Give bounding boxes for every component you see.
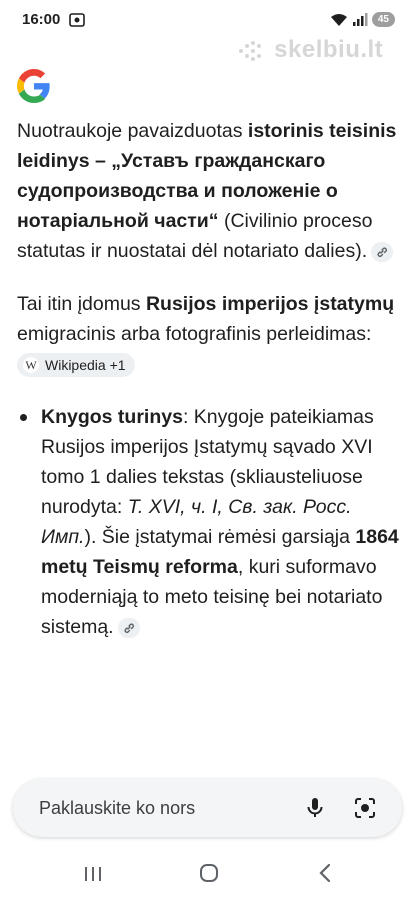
answer-paragraph-1: Nuotraukoje pavaizduotas istorinis teisi… xyxy=(17,116,402,266)
bullet-heading: Knygos turinys xyxy=(41,406,183,428)
watermark-grid-icon xyxy=(239,40,261,61)
ai-answer: Nuotraukoje pavaizduotas istorinis teisi… xyxy=(17,116,402,642)
status-time: 16:00 xyxy=(22,11,61,28)
answer-paragraph-2: Tai itin įdomus Rusijos imperijos įstaty… xyxy=(17,289,402,379)
back-icon[interactable] xyxy=(318,863,332,883)
watermark-text: skelbiu.lt xyxy=(274,36,384,63)
source-link-button[interactable] xyxy=(117,617,140,638)
google-logo xyxy=(17,69,50,103)
recent-apps-icon[interactable] xyxy=(84,865,102,883)
answer-text: Nuotraukoje pavaizduotas xyxy=(17,120,248,142)
signal-icon xyxy=(352,12,368,26)
answer-bold-text: Rusijos imperijos įstatymų xyxy=(145,293,395,315)
battery-badge: 45 xyxy=(371,12,395,27)
mic-icon[interactable] xyxy=(303,796,327,820)
system-nav-bar xyxy=(0,848,415,900)
source-chip-label: Wikipedia +1 xyxy=(45,356,126,373)
lens-icon[interactable] xyxy=(353,796,377,820)
ask-input-bar[interactable]: Paklauskite ko nors xyxy=(13,779,402,837)
status-icons: 45 xyxy=(330,12,395,27)
watermark: skelbiu.lt xyxy=(237,36,383,64)
answer-text: ). Šie įstatymai rėmėsi garsiąja xyxy=(84,526,356,548)
link-icon xyxy=(124,623,134,633)
ask-input-placeholder[interactable]: Paklauskite ko nors xyxy=(39,798,195,819)
bullet-dot xyxy=(20,414,27,421)
answer-bullet-1: Knygos turinys: Knygoje pateikiamas Rusi… xyxy=(17,402,402,642)
source-chip-wikipedia[interactable]: W Wikipedia +1 xyxy=(17,352,135,377)
answer-text: Tai itin įdomus xyxy=(17,293,146,315)
wikipedia-icon: W xyxy=(23,356,39,373)
wifi-icon xyxy=(330,13,347,26)
home-icon[interactable] xyxy=(199,863,219,883)
source-link-button[interactable] xyxy=(371,241,394,262)
answer-text: emigracinis arba fotografinis perleidima… xyxy=(17,323,372,345)
link-icon xyxy=(377,247,388,257)
screen-record-icon xyxy=(69,13,85,27)
